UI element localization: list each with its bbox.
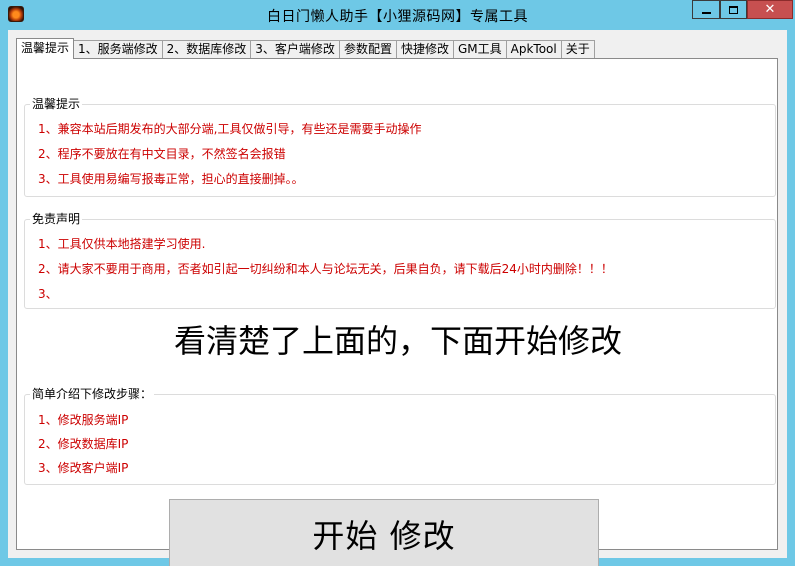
close-button[interactable]: ✕ [747,0,793,19]
app-window: 白日门懒人助手【小狸源码网】专属工具 ✕ 温馨提示 1、服务端修改 2、数据库修… [0,0,795,566]
tab-quick-modify[interactable]: 快捷修改 [395,40,454,59]
start-modify-button[interactable]: 开始 修改 [169,499,599,566]
tips-group: 温馨提示 1、兼容本站后期发布的大部分端,工具仅做引导，有些还是需要手动操作 2… [24,96,776,197]
tab-panel: 温馨提示 1、兼容本站后期发布的大部分端,工具仅做引导，有些还是需要手动操作 2… [16,58,778,566]
tab-about[interactable]: 关于 [560,40,595,59]
maximize-icon [729,5,738,14]
tip-line: 1、兼容本站后期发布的大部分端,工具仅做引导，有些还是需要手动操作 [38,122,422,136]
step-line: 2、修改数据库IP [38,437,129,451]
minimize-icon [701,11,711,14]
tab-tips[interactable]: 温馨提示 [16,38,75,59]
close-icon: ✕ [764,2,776,17]
steps-group: 简单介绍下修改步骤： 1、修改服务端IP 2、修改数据库IP 3、修改客户端IP [24,386,776,485]
tab-gm-tools[interactable]: GM工具 [452,40,507,59]
maximize-button[interactable] [720,0,747,19]
tab-client-modify[interactable]: 3、客户端修改 [250,40,340,59]
minimize-button[interactable] [692,0,720,19]
disclaimer-line: 3、 [38,287,58,301]
headline-text: 看清楚了上面的，下面开始修改 [173,322,622,360]
step-line: 3、修改客户端IP [38,461,129,475]
tab-server-modify[interactable]: 1、服务端修改 [73,40,163,59]
title-bar[interactable]: 白日门懒人助手【小狸源码网】专属工具 ✕ [0,0,795,30]
disclaimer-group-title: 免责声明 [30,211,83,227]
step-line: 1、修改服务端IP [38,413,129,427]
tab-parameters[interactable]: 参数配置 [338,40,397,59]
tips-group-title: 温馨提示 [30,96,83,112]
tip-line: 2、程序不要放在有中文目录，不然签名会报错 [38,147,286,161]
tab-apktool[interactable]: ApkTool [505,40,562,59]
tab-database-modify[interactable]: 2、数据库修改 [161,40,252,59]
tip-line: 3、工具使用易编写报毒正常，担心的直接删掉。。 [38,172,304,186]
disclaimer-group: 免责声明 1、工具仅供本地搭建学习使用. 2、请大家不要用于商用，否者如引起一切… [24,211,776,309]
window-title: 白日门懒人助手【小狸源码网】专属工具 [267,9,528,25]
client-area: 温馨提示 1、服务端修改 2、数据库修改 3、客户端修改 参数配置 快捷修改 G… [8,30,787,566]
tab-strip: 温馨提示 1、服务端修改 2、数据库修改 3、客户端修改 参数配置 快捷修改 G… [16,38,595,59]
steps-group-title: 简单介绍下修改步骤： [30,386,155,402]
disclaimer-line: 1、工具仅供本地搭建学习使用. [38,237,206,251]
disclaimer-line: 2、请大家不要用于商用，否者如引起一切纠纷和本人与论坛无关，后果自负，请下载后2… [38,262,613,276]
